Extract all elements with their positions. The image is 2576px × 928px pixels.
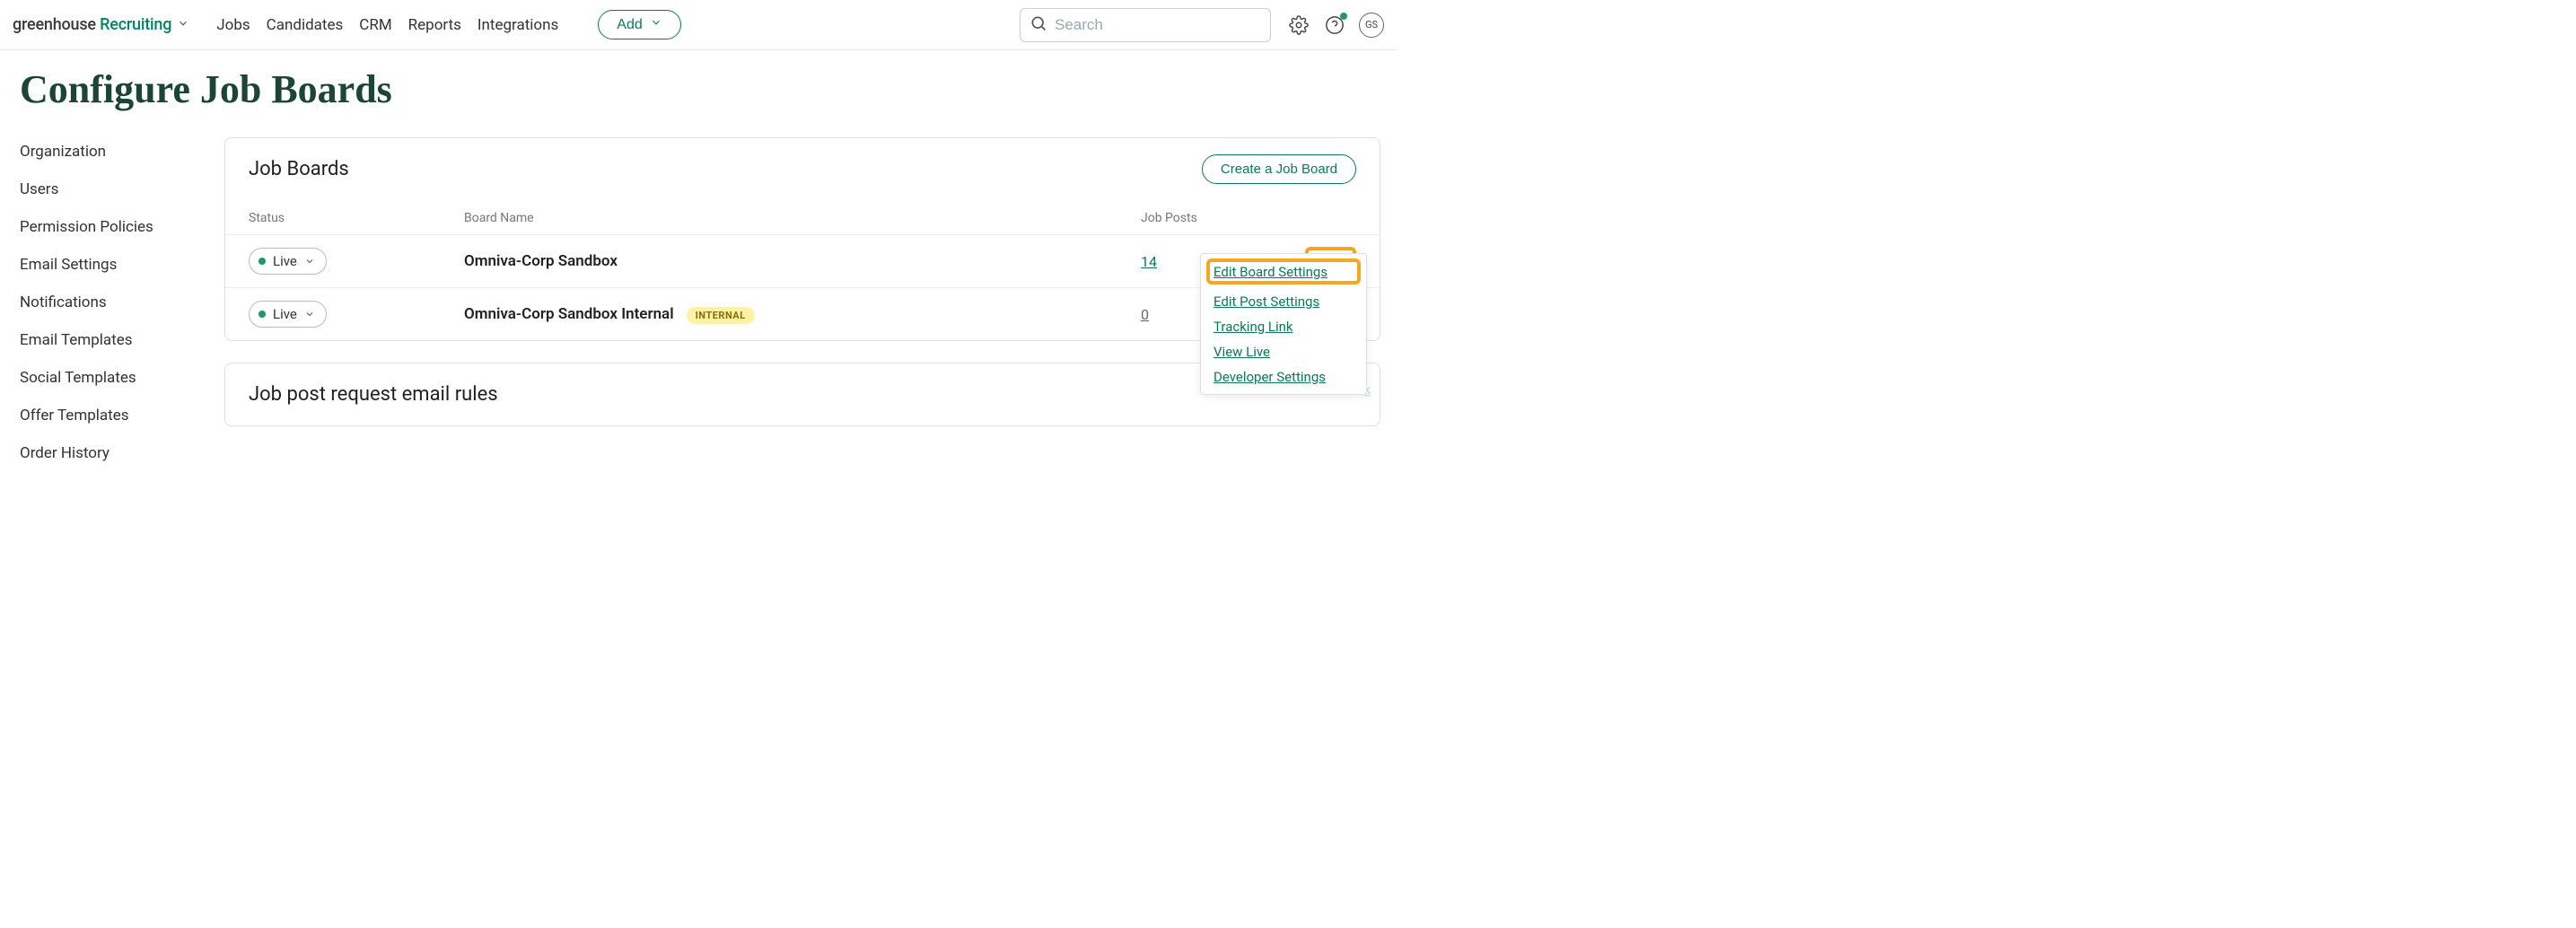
gear-icon[interactable] <box>1287 13 1310 37</box>
nav-jobs[interactable]: Jobs <box>215 13 251 38</box>
sidebar-item-organization[interactable]: Organization <box>20 143 224 161</box>
menu-edit-board-settings[interactable]: Edit Board Settings <box>1214 264 1327 280</box>
product-switcher[interactable]: greenhouse Recruiting <box>13 15 189 34</box>
status-label: Live <box>273 253 297 269</box>
nav-reports[interactable]: Reports <box>407 13 463 38</box>
col-header-name: Board Name <box>464 211 1141 225</box>
nav-crm[interactable]: CRM <box>357 13 393 38</box>
nav-candidates[interactable]: Candidates <box>265 13 346 38</box>
avatar-initials: GS <box>1365 19 1378 31</box>
sidebar-item-social-templates[interactable]: Social Templates <box>20 369 224 387</box>
sidebar-item-permission-policies[interactable]: Permission Policies <box>20 218 224 236</box>
highlight-box: Edit Board Settings <box>1206 258 1361 285</box>
internal-badge: INTERNAL <box>687 307 755 324</box>
chevron-down-icon <box>304 256 315 267</box>
panel-title: Job Boards <box>249 158 349 180</box>
menu-view-live[interactable]: View Live <box>1214 344 1354 360</box>
status-dot-icon <box>258 311 266 318</box>
col-header-posts: Job Posts <box>1141 211 1302 225</box>
sidebar-item-email-settings[interactable]: Email Settings <box>20 256 224 274</box>
settings-sidebar: Organization Users Permission Policies E… <box>0 137 224 462</box>
row-actions-menu: Edit Board Settings Edit Post Settings T… <box>1200 253 1367 395</box>
help-icon[interactable] <box>1323 13 1346 37</box>
add-button[interactable]: Add <box>598 10 680 39</box>
sidebar-item-notifications[interactable]: Notifications <box>20 293 224 311</box>
logo-text-right: Recruiting <box>100 15 171 34</box>
search-input[interactable] <box>1055 16 1261 34</box>
menu-developer-settings[interactable]: Developer Settings <box>1214 369 1354 385</box>
sidebar-item-order-history[interactable]: Order History <box>20 444 224 462</box>
page-title: Configure Job Boards <box>0 50 1397 137</box>
job-posts-link[interactable]: 0 <box>1141 306 1149 323</box>
sidebar-item-users[interactable]: Users <box>20 180 224 198</box>
col-header-status: Status <box>249 211 464 225</box>
status-label: Live <box>273 306 297 322</box>
sidebar-item-offer-templates[interactable]: Offer Templates <box>20 407 224 425</box>
notification-dot-icon <box>1340 13 1347 20</box>
status-selector[interactable]: Live <box>249 248 327 275</box>
logo-text-left: greenhouse <box>13 15 96 34</box>
create-job-board-button[interactable]: Create a Job Board <box>1202 154 1356 184</box>
table-header: Status Board Name Job Posts <box>225 195 1380 234</box>
primary-nav: Jobs Candidates CRM Reports Integrations <box>215 13 560 38</box>
status-selector[interactable]: Live <box>249 301 327 328</box>
top-bar: greenhouse Recruiting Jobs Candidates CR… <box>0 0 1397 50</box>
job-boards-panel: Job Boards Create a Job Board Status Boa… <box>224 137 1380 341</box>
chevron-down-icon <box>304 309 315 320</box>
menu-tracking-link[interactable]: Tracking Link <box>1214 319 1354 335</box>
board-name: Omniva-Corp Sandbox Internal <box>464 305 674 323</box>
job-posts-link[interactable]: 14 <box>1141 253 1157 270</box>
avatar[interactable]: GS <box>1359 13 1384 38</box>
add-button-label: Add <box>617 17 642 33</box>
chevron-down-icon <box>650 16 662 33</box>
search-icon <box>1030 14 1047 36</box>
sidebar-item-email-templates[interactable]: Email Templates <box>20 331 224 349</box>
chevron-down-icon <box>177 16 189 33</box>
search-box[interactable] <box>1020 8 1271 42</box>
board-name: Omniva-Corp Sandbox <box>464 252 618 270</box>
status-dot-icon <box>258 258 266 265</box>
menu-edit-post-settings[interactable]: Edit Post Settings <box>1214 293 1354 310</box>
nav-integrations[interactable]: Integrations <box>476 13 560 38</box>
